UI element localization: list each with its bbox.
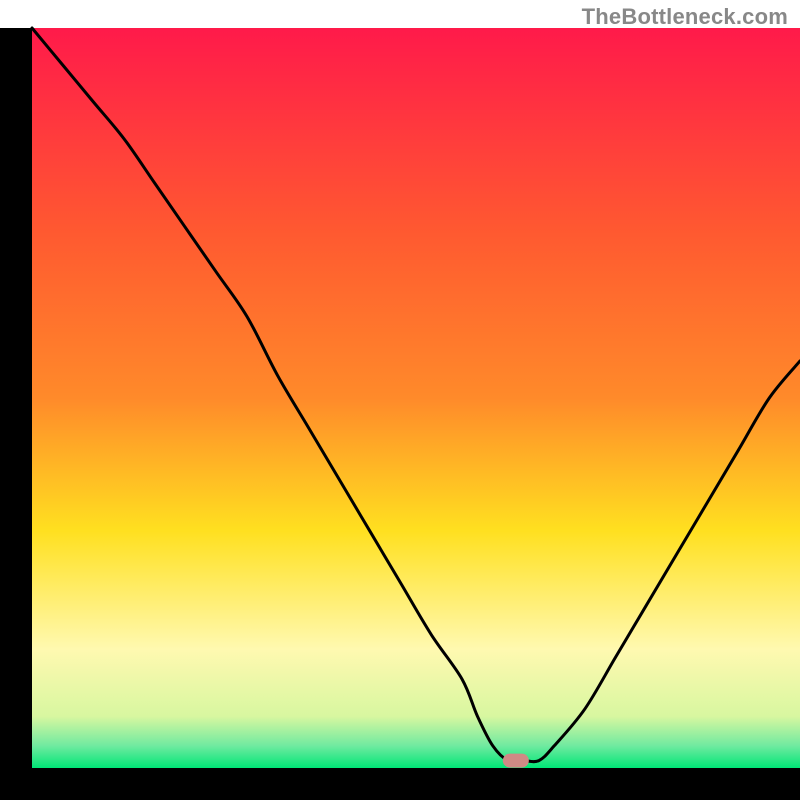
axis-bottom-bar — [0, 768, 800, 800]
axis-left-bar-2 — [0, 28, 32, 768]
watermark-text: TheBottleneck.com — [582, 4, 788, 30]
bottleneck-chart — [0, 0, 800, 800]
plot-background — [32, 28, 800, 768]
chart-container: TheBottleneck.com — [0, 0, 800, 800]
optimal-point-marker — [503, 754, 529, 768]
corner-tl — [0, 0, 32, 28]
